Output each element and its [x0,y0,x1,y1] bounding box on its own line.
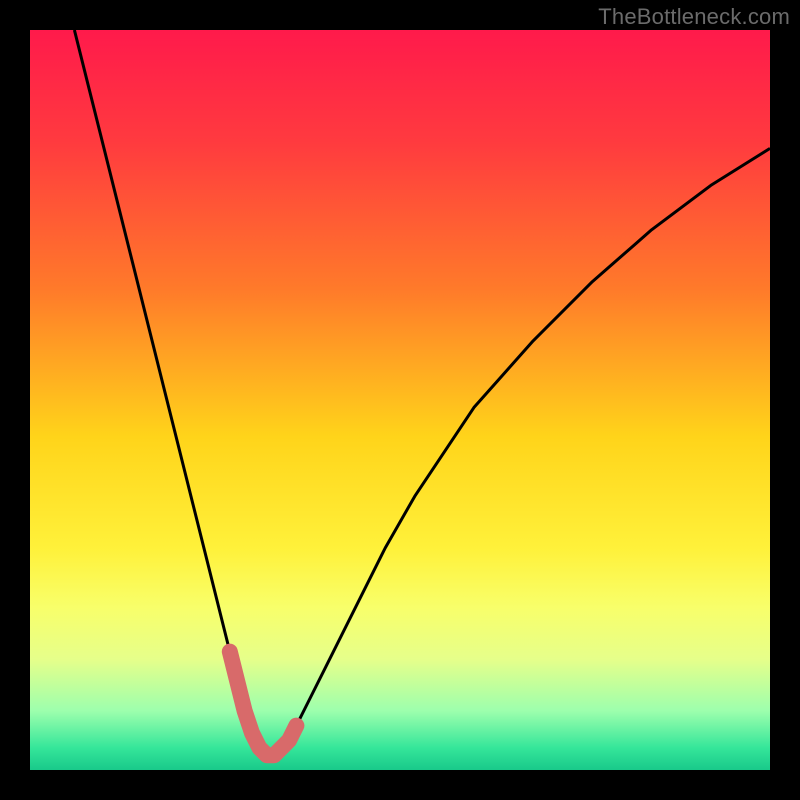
watermark-text: TheBottleneck.com [598,4,790,30]
gradient-background [30,30,770,770]
outer-frame: TheBottleneck.com [0,0,800,800]
plot-area [30,30,770,770]
chart-svg [30,30,770,770]
